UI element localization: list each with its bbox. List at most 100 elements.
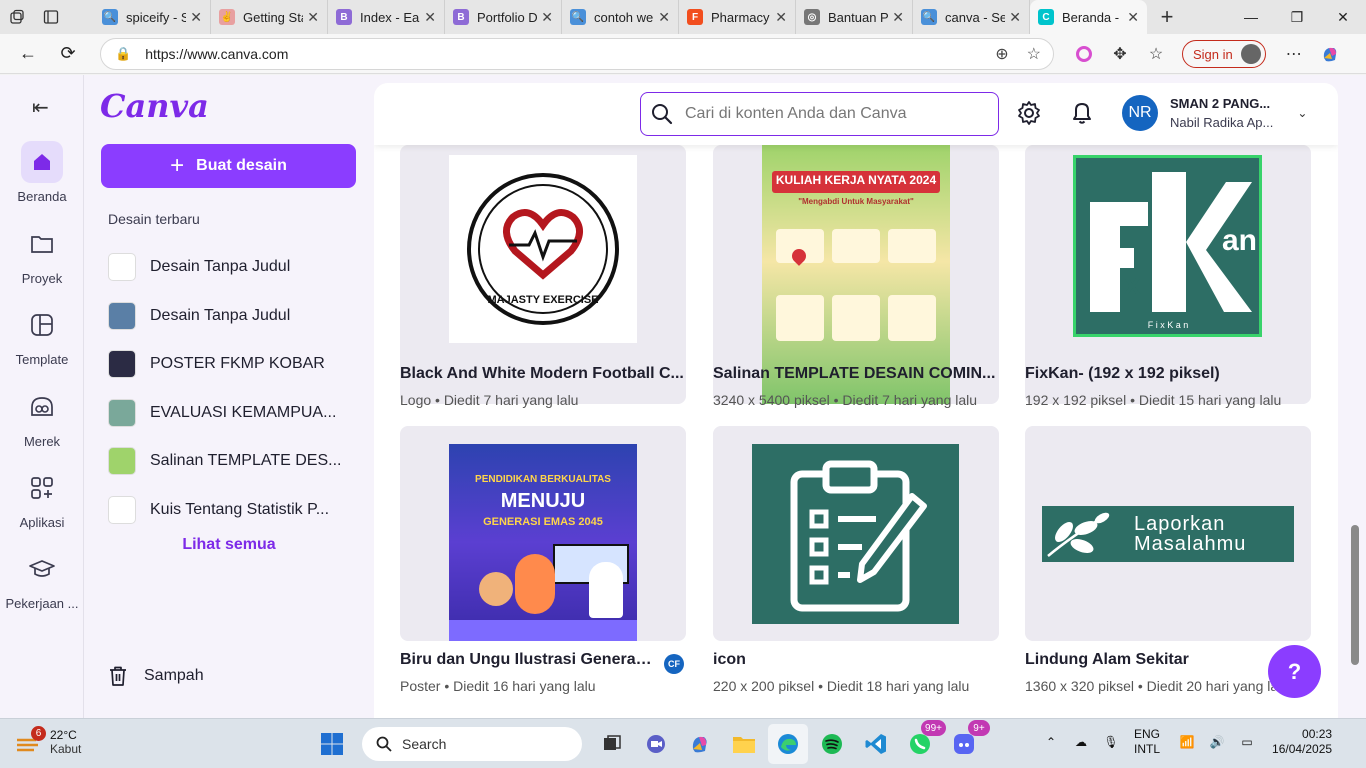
- start-windows-icon[interactable]: [312, 724, 352, 764]
- tab-title: canva - Se: [945, 9, 1006, 25]
- refresh-button[interactable]: ⟳: [48, 34, 88, 74]
- design-meta: 220 x 200 piksel • Diedit 18 hari yang l…: [713, 678, 970, 694]
- rail-item-template[interactable]: Template: [0, 304, 84, 367]
- more-menu-icon[interactable]: ⋯: [1276, 39, 1312, 69]
- meet-icon[interactable]: [636, 724, 676, 764]
- rail-item-aplikasi[interactable]: Aplikasi: [0, 467, 84, 530]
- whatsapp-icon[interactable]: 99+: [900, 720, 946, 764]
- microphone-icon[interactable]: 🎙: [1096, 727, 1126, 757]
- browser-tab[interactable]: 🔍 canva - Se ✕: [913, 0, 1030, 34]
- recent-design-title: Kuis Tentang Statistik P...: [150, 500, 330, 518]
- close-tab-icon[interactable]: ✕: [190, 9, 202, 26]
- search-icon: [652, 104, 673, 125]
- sign-in-button[interactable]: Sign in: [1182, 40, 1266, 68]
- close-tab-icon[interactable]: ✕: [307, 9, 319, 26]
- design-title[interactable]: Biru dan Ungu Ilustrasi Generasi...: [400, 651, 656, 669]
- browser-tab[interactable]: B Index - Ea ✕: [328, 0, 445, 34]
- account-switcher[interactable]: NR SMAN 2 PANG... Nabil Radika Ap... ⌄: [1122, 95, 1307, 131]
- recent-design-item[interactable]: POSTER FKMP KOBAR: [108, 340, 358, 389]
- copilot-icon[interactable]: [1312, 39, 1348, 69]
- workspaces-icon[interactable]: [0, 0, 34, 34]
- design-title[interactable]: Black And White Modern Football C...: [400, 365, 686, 383]
- help-button[interactable]: ?: [1268, 645, 1321, 698]
- settings-gear-icon[interactable]: [1016, 100, 1042, 131]
- favorites-icon[interactable]: ☆: [1138, 39, 1174, 69]
- browser-tab[interactable]: B Portfolio D ✕: [445, 0, 562, 34]
- weather-widget[interactable]: 6 22°C Kabut: [14, 726, 81, 756]
- new-tab-button[interactable]: +: [1147, 0, 1187, 34]
- tab-title: Beranda -: [1062, 9, 1120, 25]
- side-panel: Canva + Buat desain Desain terbaru Desai…: [84, 75, 374, 718]
- input-language[interactable]: ENG INTL: [1134, 727, 1160, 757]
- tab-favicon-icon: ✌: [219, 9, 235, 25]
- recent-design-item[interactable]: Salinan TEMPLATE DES...: [108, 437, 358, 486]
- recent-design-item[interactable]: Desain Tanpa Judul: [108, 292, 358, 341]
- favorite-star-icon[interactable]: ☆: [1027, 44, 1041, 64]
- close-tab-icon[interactable]: ✕: [1009, 9, 1021, 26]
- volume-icon[interactable]: 🔊: [1202, 727, 1232, 757]
- browser-tab[interactable]: ◎ Bantuan P ✕: [796, 0, 913, 34]
- address-bar[interactable]: 🔒 https://www.canva.com ⊕ ☆: [100, 38, 1054, 70]
- taskbar-search-label: Search: [402, 736, 447, 752]
- minimize-button[interactable]: —: [1228, 0, 1274, 34]
- maximize-button[interactable]: ❐: [1274, 0, 1320, 34]
- rail-item-merek[interactable]: Merek: [0, 386, 84, 449]
- graduation-cap-icon: [21, 548, 63, 590]
- create-design-button[interactable]: + Buat desain: [101, 144, 356, 188]
- zoom-icon[interactable]: ⊕: [995, 44, 1008, 64]
- close-window-button[interactable]: ✕: [1320, 0, 1366, 34]
- chevron-up-icon[interactable]: ⌃: [1036, 727, 1066, 757]
- search-input[interactable]: [685, 105, 975, 123]
- copilot-circle-icon[interactable]: [1066, 39, 1102, 69]
- page-scrollbar[interactable]: [1346, 150, 1366, 718]
- design-title[interactable]: FixKan- (192 x 192 piksel): [1025, 365, 1311, 383]
- close-tab-icon[interactable]: ✕: [892, 9, 904, 26]
- search-icon: [376, 736, 392, 752]
- browser-tab[interactable]: 🔍 contoh we ✕: [562, 0, 679, 34]
- browser-tab[interactable]: F Pharmacy ✕: [679, 0, 796, 34]
- recent-design-item[interactable]: Desain Tanpa Judul: [108, 243, 358, 292]
- back-button[interactable]: ←: [8, 34, 48, 74]
- notifications-bell-icon[interactable]: [1070, 100, 1094, 131]
- see-all-link[interactable]: Lihat semua: [84, 536, 374, 554]
- design-title[interactable]: icon: [713, 651, 999, 669]
- rail-item-beranda[interactable]: Beranda: [0, 141, 84, 204]
- scrollbar-thumb[interactable]: [1351, 525, 1359, 665]
- extensions-icon[interactable]: ✥: [1102, 39, 1138, 69]
- search-box[interactable]: [640, 92, 999, 136]
- trash-button[interactable]: Sampah: [108, 665, 204, 687]
- tab-favicon-icon: B: [336, 9, 352, 25]
- close-tab-icon[interactable]: ✕: [424, 9, 436, 26]
- spotify-icon[interactable]: [812, 724, 852, 764]
- file-explorer-icon[interactable]: [724, 724, 764, 764]
- recent-design-item[interactable]: EVALUASI KEMAMPUA...: [108, 389, 358, 438]
- wifi-icon[interactable]: 📶: [1172, 727, 1202, 757]
- browser-tab[interactable]: 🔍 spiceify - S ✕: [94, 0, 211, 34]
- copilot-app-icon[interactable]: [680, 724, 720, 764]
- battery-icon[interactable]: ▭: [1232, 727, 1262, 757]
- canva-logo[interactable]: Canva: [100, 87, 209, 125]
- close-tab-icon[interactable]: ✕: [1127, 9, 1139, 26]
- close-tab-icon[interactable]: ✕: [658, 9, 670, 26]
- cloud-offline-icon[interactable]: ☁: [1066, 727, 1096, 757]
- browser-tab[interactable]: ✌ Getting Sta ✕: [211, 0, 328, 34]
- clock[interactable]: 00:23 16/04/2025: [1272, 727, 1332, 757]
- close-tab-icon[interactable]: ✕: [541, 9, 553, 26]
- rail-item-proyek[interactable]: Proyek: [0, 223, 84, 286]
- tab-actions-icon[interactable]: [34, 0, 68, 34]
- profile-avatar-icon: [1240, 44, 1261, 64]
- home-icon: [21, 141, 63, 183]
- close-tab-icon[interactable]: ✕: [775, 9, 787, 26]
- task-view-icon[interactable]: [592, 724, 632, 764]
- tab-title: Getting Sta: [243, 9, 304, 25]
- design-title[interactable]: Salinan TEMPLATE DESAIN COMIN...: [713, 365, 999, 383]
- vscode-icon[interactable]: [856, 724, 896, 764]
- discord-icon[interactable]: 9+: [944, 720, 990, 764]
- taskbar-search[interactable]: Search: [362, 727, 582, 761]
- edge-browser-icon[interactable]: [768, 724, 808, 764]
- lock-icon[interactable]: 🔒: [115, 46, 131, 62]
- collapse-menu-icon[interactable]: ⇤: [32, 95, 49, 120]
- rail-item-pekerjaan[interactable]: Pekerjaan ...: [0, 548, 84, 611]
- recent-design-item[interactable]: Kuis Tentang Statistik P...: [108, 486, 358, 535]
- browser-tab[interactable]: C Beranda - ✕: [1030, 0, 1147, 34]
